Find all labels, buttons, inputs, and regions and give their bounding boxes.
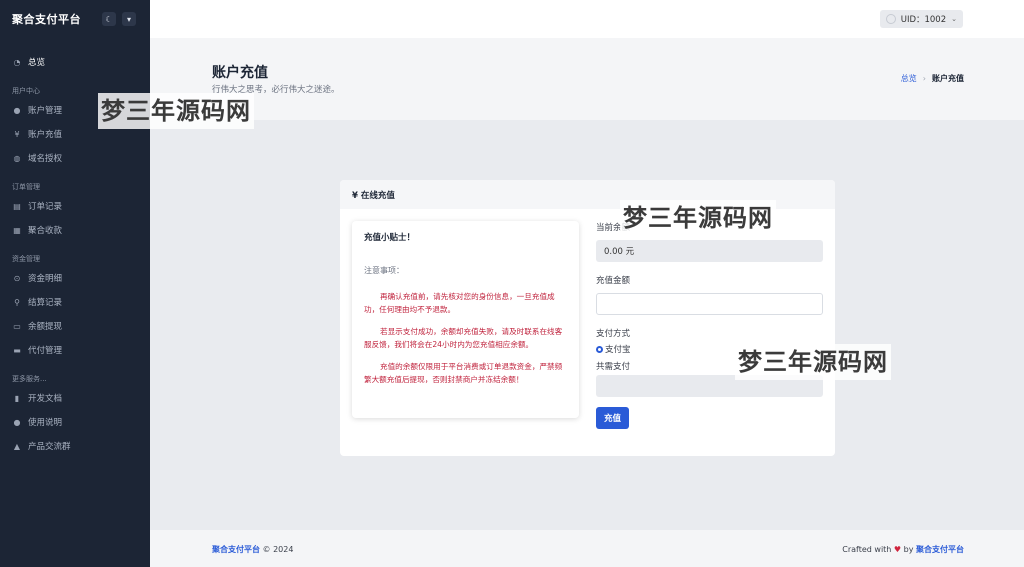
yen-icon: ¥ bbox=[14, 129, 20, 139]
sidebar-item-label: 总览 bbox=[28, 58, 46, 68]
sidebar-section-title: 资金管理 bbox=[12, 255, 40, 263]
bell-icon: ▲ bbox=[13, 441, 21, 451]
dashboard-icon: ◔ bbox=[13, 57, 21, 67]
sidebar-item-community[interactable]: ▲ 产品交流群 bbox=[0, 434, 150, 458]
tips-title: 充值小贴士！ bbox=[364, 233, 416, 243]
amount-input[interactable] bbox=[596, 293, 823, 315]
footer-copyright: 聚合支付平台 © 2024 bbox=[212, 544, 293, 555]
sidebar-section-title: 更多服务... bbox=[12, 375, 47, 383]
sidebar-item-label: 代付管理 bbox=[28, 346, 63, 356]
footer-crafted: Crafted with bbox=[842, 545, 894, 554]
brand: 聚合支付平台 ☾ ▾ bbox=[0, 0, 150, 38]
sidebar-item-settlements[interactable]: ⚲ 结算记录 bbox=[0, 290, 150, 314]
search-icon: ⚲ bbox=[14, 297, 20, 307]
footer: 聚合支付平台 © 2024 Crafted with ♥ by 聚合支付平台 bbox=[150, 530, 1024, 567]
user-icon: ● bbox=[13, 105, 21, 115]
sidebar-item-label: 聚合收款 bbox=[28, 226, 63, 236]
recharge-button[interactable]: 充值 bbox=[596, 407, 630, 429]
sidebar-item-label: 订单记录 bbox=[28, 202, 63, 212]
sidebar-item-dev-docs[interactable]: ▮ 开发文档 bbox=[0, 386, 150, 410]
cart-icon: ▤ bbox=[13, 201, 21, 211]
sidebar-item-label: 账户充值 bbox=[28, 130, 63, 140]
watermark: 梦三年源码网 bbox=[620, 200, 776, 236]
chevron-right-icon: › bbox=[922, 74, 926, 83]
breadcrumb: 总览 › 账户充值 bbox=[901, 73, 964, 84]
sidebar-item-label: 资金明细 bbox=[28, 274, 63, 284]
sidebar-item-orders[interactable]: ▤ 订单记录 bbox=[0, 194, 150, 218]
user-menu[interactable]: UID：1002 ⌄ bbox=[879, 10, 963, 28]
sidebar-item-help[interactable]: ● 使用说明 bbox=[0, 410, 150, 434]
footer-by: by bbox=[901, 545, 916, 554]
sidebar-item-label: 余额提现 bbox=[28, 322, 63, 332]
method-option-label: 支付宝 bbox=[605, 345, 631, 355]
sidebar-item-aggregate-pay[interactable]: ▦ 聚合收款 bbox=[0, 218, 150, 242]
uid-label: UID：1002 bbox=[900, 15, 947, 25]
book-icon: ▮ bbox=[14, 393, 20, 403]
brand-title: 聚合支付平台 bbox=[12, 13, 81, 26]
card-icon: ▬ bbox=[13, 345, 21, 355]
globe-icon: ◍ bbox=[13, 153, 21, 163]
page-title: 账户充值 bbox=[212, 65, 268, 81]
breadcrumb-current: 账户充值 bbox=[932, 74, 964, 83]
sidebar-item-fund-details[interactable]: ⊙ 资金明细 bbox=[0, 266, 150, 290]
chevron-down-icon: ⌄ bbox=[951, 15, 957, 23]
tips-label: 注意事项： bbox=[364, 266, 404, 275]
radio-checked-icon[interactable] bbox=[596, 345, 603, 353]
sidebar-item-payout[interactable]: ▬ 代付管理 bbox=[0, 338, 150, 362]
balance-field: 0.00 元 bbox=[596, 240, 823, 262]
method-label: 支付方式 bbox=[596, 329, 631, 339]
tips-panel: 充值小贴士！ 注意事项： 再确认充值前，请先核对您的身份信息，一旦充值成功，任何… bbox=[352, 221, 579, 418]
balance-value: 0.00 元 bbox=[604, 247, 635, 257]
moon-icon[interactable]: ☾ bbox=[102, 12, 116, 26]
footer-credit: Crafted with ♥ by 聚合支付平台 bbox=[842, 544, 964, 555]
tips-paragraph: 再确认充值前，请先核对您的身份信息，一旦充值成功，任何理由均不予退款。 bbox=[364, 292, 555, 314]
sidebar-item-domain-auth[interactable]: ◍ 域名授权 bbox=[0, 146, 150, 170]
cash-icon: ▭ bbox=[13, 321, 21, 331]
footer-brand-link[interactable]: 聚合支付平台 bbox=[916, 545, 964, 554]
watermark: 梦三年源码网 bbox=[98, 93, 254, 129]
footer-brand-link[interactable]: 聚合支付平台 bbox=[212, 545, 260, 554]
breadcrumb-home[interactable]: 总览 bbox=[901, 73, 917, 84]
amount-label: 充值金额 bbox=[596, 276, 631, 286]
footer-copy: © 2024 bbox=[260, 545, 294, 554]
sidebar-item-label: 结算记录 bbox=[28, 298, 63, 308]
search-icon: ⊙ bbox=[13, 273, 21, 283]
sidebar-item-label: 产品交流群 bbox=[28, 442, 71, 452]
recharge-form: 当前余额 0.00 元 充值金额 支付方式 支付宝 共需支付 充值 bbox=[596, 221, 823, 429]
page-header: 账户充值 行伟大之思考，必行伟大之迷途。 总览 › 账户充值 bbox=[150, 38, 1024, 120]
pin-icon[interactable]: ▾ bbox=[122, 12, 136, 26]
sidebar-item-dashboard[interactable]: ◔ 总览 bbox=[0, 50, 150, 74]
sidebar-item-label: 账户管理 bbox=[28, 106, 63, 116]
sidebar-item-label: 使用说明 bbox=[28, 418, 63, 428]
sidebar-item-withdraw[interactable]: ▭ 余额提现 bbox=[0, 314, 150, 338]
topbar: UID：1002 ⌄ bbox=[150, 0, 1024, 38]
help-icon: ● bbox=[13, 417, 21, 427]
avatar bbox=[885, 14, 896, 24]
sidebar: 聚合支付平台 ☾ ▾ ◔ 总览 用户中心 ● 账户管理 ¥ 账户充值 ◍ 域名授… bbox=[0, 0, 150, 567]
sidebar-item-label: 开发文档 bbox=[28, 394, 63, 404]
tips-paragraph: 充值的余额仅限用于平台消费或订单退款资金，严禁频繁大额充值后提现，否则封禁商户并… bbox=[364, 362, 563, 384]
sidebar-item-label: 域名授权 bbox=[28, 154, 63, 164]
watermark: 梦三年源码网 bbox=[735, 344, 891, 380]
qrcode-icon: ▦ bbox=[13, 225, 21, 235]
tips-paragraph: 若显示支付成功，余额却充值失败，请及时联系在线客服反馈，我们将会在24小时内为您… bbox=[364, 327, 563, 349]
sidebar-section-title: 订单管理 bbox=[12, 183, 40, 191]
